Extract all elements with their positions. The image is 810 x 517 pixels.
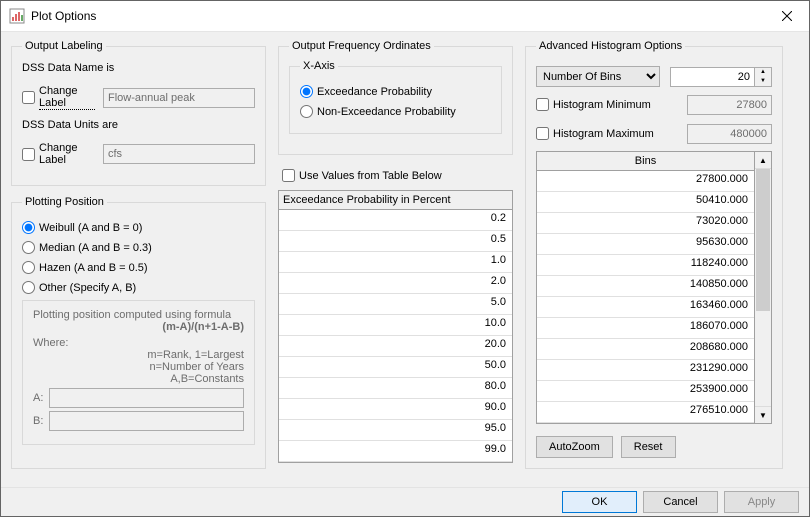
hist-min-input bbox=[687, 95, 772, 115]
change-label-units[interactable]: Change Label bbox=[22, 140, 95, 168]
bins-scrollbar[interactable]: ▲ ▼ bbox=[755, 151, 772, 424]
radio-weibull[interactable]: Weibull (A and B = 0) bbox=[22, 219, 255, 236]
where-label: Where: bbox=[33, 337, 244, 349]
table-row[interactable]: 0.2 bbox=[279, 210, 512, 231]
plotting-position-legend: Plotting Position bbox=[22, 196, 107, 208]
exceedance-header: Exceedance Probability in Percent bbox=[279, 191, 512, 210]
reset-button[interactable]: Reset bbox=[621, 436, 676, 458]
radio-non-exceedance[interactable]: Non-Exceedance Probability bbox=[300, 103, 491, 120]
plot-options-dialog: Plot Options Output Labeling DSS Data Na… bbox=[0, 0, 810, 517]
output-frequency-group: Output Frequency Ordinates X-Axis Exceed… bbox=[278, 40, 513, 155]
window-title: Plot Options bbox=[31, 9, 764, 23]
output-labeling-legend: Output Labeling bbox=[22, 40, 106, 52]
cancel-button[interactable]: Cancel bbox=[643, 491, 718, 513]
dss-name-input bbox=[103, 88, 255, 108]
ok-button[interactable]: OK bbox=[562, 491, 637, 513]
radio-other[interactable]: Other (Specify A, B) bbox=[22, 279, 255, 296]
scroll-thumb[interactable] bbox=[756, 169, 770, 311]
plotting-position-group: Plotting Position Weibull (A and B = 0) … bbox=[11, 196, 266, 469]
table-row[interactable]: 186070.000 bbox=[537, 318, 754, 339]
table-row[interactable]: 208680.000 bbox=[537, 339, 754, 360]
table-row[interactable]: 73020.000 bbox=[537, 213, 754, 234]
bins-count-input[interactable] bbox=[670, 67, 755, 87]
output-labeling-group: Output Labeling DSS Data Name is Change … bbox=[11, 40, 266, 186]
table-row[interactable]: 20.0 bbox=[279, 336, 512, 357]
table-row[interactable]: 95630.000 bbox=[537, 234, 754, 255]
dialog-footer: OK Cancel Apply bbox=[1, 487, 809, 516]
table-row[interactable]: 118240.000 bbox=[537, 255, 754, 276]
radio-exceedance[interactable]: Exceedance Probability bbox=[300, 83, 491, 100]
legend-m: m=Rank, 1=Largest bbox=[33, 349, 244, 361]
exceedance-table[interactable]: Exceedance Probability in Percent 0.20.5… bbox=[278, 190, 513, 463]
hist-max-checkbox[interactable]: Histogram Maximum bbox=[536, 125, 677, 142]
formula-box: Plotting position computed using formula… bbox=[22, 300, 255, 445]
table-row[interactable]: 163460.000 bbox=[537, 297, 754, 318]
table-row[interactable]: 0.5 bbox=[279, 231, 512, 252]
formula-intro: Plotting position computed using formula bbox=[33, 309, 244, 321]
change-label-name[interactable]: Change Label bbox=[22, 83, 95, 112]
titlebar: Plot Options bbox=[1, 1, 809, 32]
b-input bbox=[49, 411, 244, 431]
app-icon bbox=[9, 8, 25, 24]
hist-max-input bbox=[687, 124, 772, 144]
table-row[interactable]: 231290.000 bbox=[537, 360, 754, 381]
table-row[interactable]: 95.0 bbox=[279, 420, 512, 441]
dss-units-input bbox=[103, 144, 255, 164]
table-row[interactable]: 5.0 bbox=[279, 294, 512, 315]
table-row[interactable]: 80.0 bbox=[279, 378, 512, 399]
spin-up-icon[interactable]: ▲ bbox=[755, 68, 771, 77]
a-input bbox=[49, 388, 244, 408]
x-axis-legend: X-Axis bbox=[300, 60, 338, 72]
table-row[interactable]: 50.0 bbox=[279, 357, 512, 378]
spin-down-icon[interactable]: ▼ bbox=[755, 77, 771, 86]
dss-units-label: DSS Data Units are bbox=[22, 119, 255, 131]
close-button[interactable] bbox=[764, 1, 809, 31]
table-row[interactable]: 99.0 bbox=[279, 441, 512, 462]
autozoom-button[interactable]: AutoZoom bbox=[536, 436, 613, 458]
bins-spinner[interactable]: ▲▼ bbox=[670, 67, 772, 87]
legend-n: n=Number of Years bbox=[33, 361, 244, 373]
table-row[interactable]: 27800.000 bbox=[537, 171, 754, 192]
dss-name-label: DSS Data Name is bbox=[22, 62, 255, 74]
table-row[interactable]: 10.0 bbox=[279, 315, 512, 336]
formula-text: (m-A)/(n+1-A-B) bbox=[162, 321, 244, 333]
use-values-checkbox[interactable]: Use Values from Table Below bbox=[282, 167, 513, 184]
table-row[interactable]: 50410.000 bbox=[537, 192, 754, 213]
hist-min-checkbox[interactable]: Histogram Minimum bbox=[536, 96, 677, 113]
legend-ab: A,B=Constants bbox=[33, 373, 244, 385]
apply-button[interactable]: Apply bbox=[724, 491, 799, 513]
a-label: A: bbox=[33, 392, 43, 404]
advanced-histogram-group: Advanced Histogram Options Number Of Bin… bbox=[525, 40, 783, 469]
bins-header: Bins bbox=[537, 152, 754, 171]
table-row[interactable]: 90.0 bbox=[279, 399, 512, 420]
output-frequency-legend: Output Frequency Ordinates bbox=[289, 40, 434, 52]
bins-table[interactable]: Bins 27800.00050410.00073020.00095630.00… bbox=[536, 151, 755, 424]
radio-hazen[interactable]: Hazen (A and B = 0.5) bbox=[22, 259, 255, 276]
table-row[interactable]: 276510.000 bbox=[537, 402, 754, 423]
dialog-body: Output Labeling DSS Data Name is Change … bbox=[1, 32, 809, 487]
b-label: B: bbox=[33, 415, 43, 427]
table-row[interactable]: 1.0 bbox=[279, 252, 512, 273]
bins-mode-select[interactable]: Number Of Bins bbox=[536, 66, 660, 87]
radio-median[interactable]: Median (A and B = 0.3) bbox=[22, 239, 255, 256]
table-row[interactable]: 2.0 bbox=[279, 273, 512, 294]
scroll-up-icon[interactable]: ▲ bbox=[755, 152, 771, 169]
advanced-histogram-legend: Advanced Histogram Options bbox=[536, 40, 685, 52]
x-axis-group: X-Axis Exceedance Probability Non-Exceed… bbox=[289, 60, 502, 134]
scroll-down-icon[interactable]: ▼ bbox=[755, 406, 771, 423]
table-row[interactable]: 140850.000 bbox=[537, 276, 754, 297]
table-row[interactable]: 253900.000 bbox=[537, 381, 754, 402]
